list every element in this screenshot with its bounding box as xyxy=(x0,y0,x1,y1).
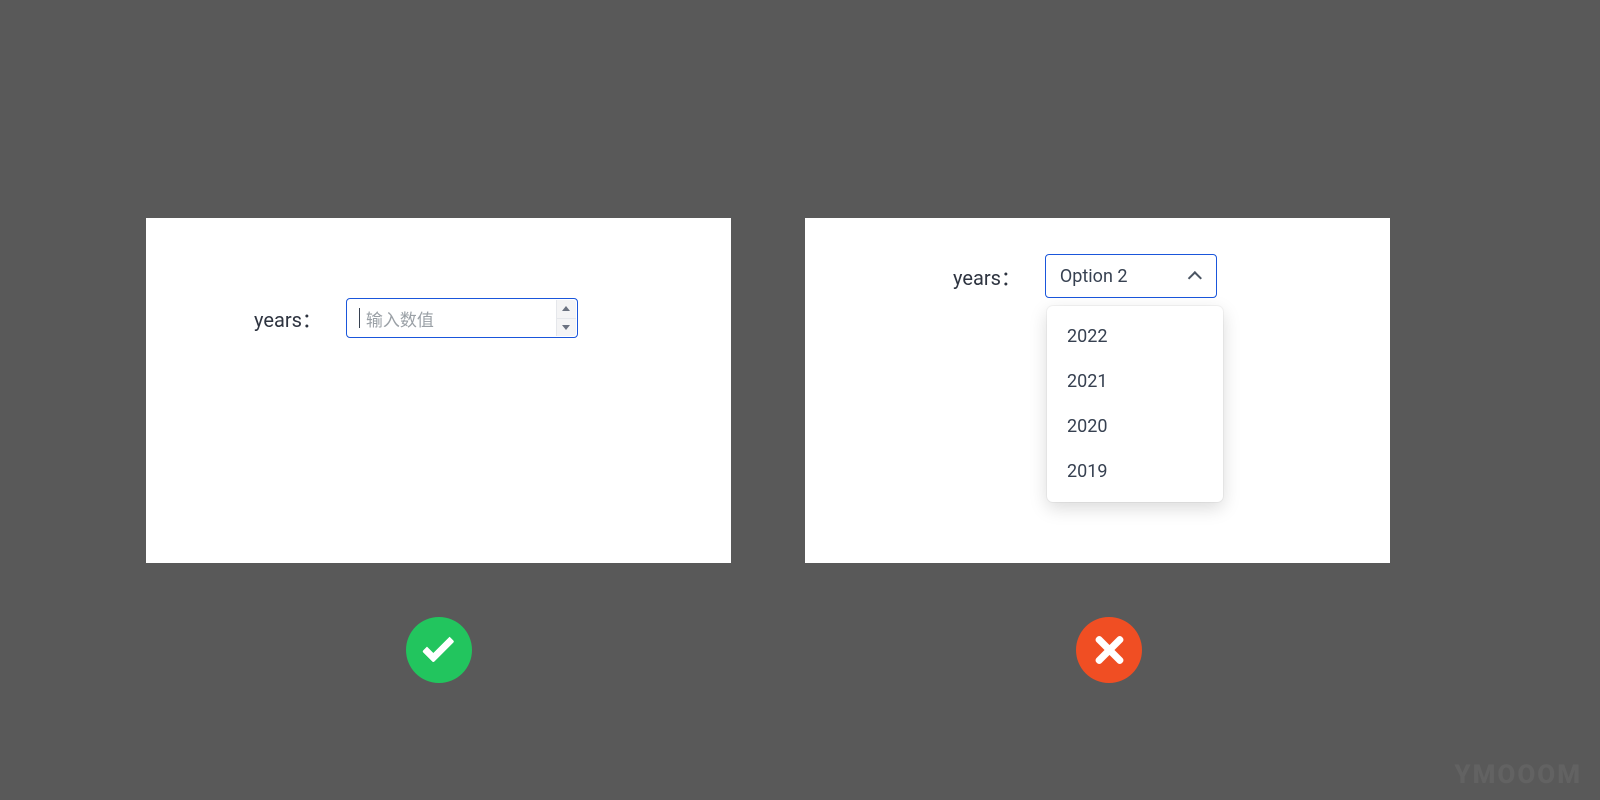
dropdown-option[interactable]: 2022 xyxy=(1047,314,1223,359)
dropdown-option[interactable]: 2019 xyxy=(1047,449,1223,494)
select-value: Option 2 xyxy=(1060,266,1128,287)
check-icon xyxy=(422,630,455,663)
chevron-down-icon xyxy=(562,325,570,330)
years-row: years： Option 2 xyxy=(953,254,1217,298)
example-incorrect-panel: years： Option 2 2022 2021 2020 2019 xyxy=(805,218,1390,563)
years-row: years： 输入数值 xyxy=(254,298,578,338)
text-caret xyxy=(359,308,360,328)
example-correct-panel: years： 输入数值 xyxy=(146,218,731,563)
cross-icon xyxy=(1092,633,1126,667)
years-dropdown: 2022 2021 2020 2019 xyxy=(1047,306,1223,502)
correct-badge xyxy=(406,617,472,683)
number-stepper xyxy=(556,300,576,336)
years-placeholder: 输入数值 xyxy=(366,306,434,331)
chevron-up-icon xyxy=(1188,271,1202,285)
dropdown-option[interactable]: 2020 xyxy=(1047,404,1223,449)
years-label: years： xyxy=(953,262,1021,291)
chevron-up-icon xyxy=(562,306,570,311)
years-select[interactable]: Option 2 xyxy=(1045,254,1217,298)
incorrect-badge xyxy=(1076,617,1142,683)
years-label: years： xyxy=(254,304,322,333)
stepper-up-button[interactable] xyxy=(557,300,576,318)
stepper-down-button[interactable] xyxy=(557,318,576,337)
years-number-input[interactable]: 输入数值 xyxy=(346,298,578,338)
dropdown-option[interactable]: 2021 xyxy=(1047,359,1223,404)
watermark: YMOOOM xyxy=(1454,760,1582,790)
